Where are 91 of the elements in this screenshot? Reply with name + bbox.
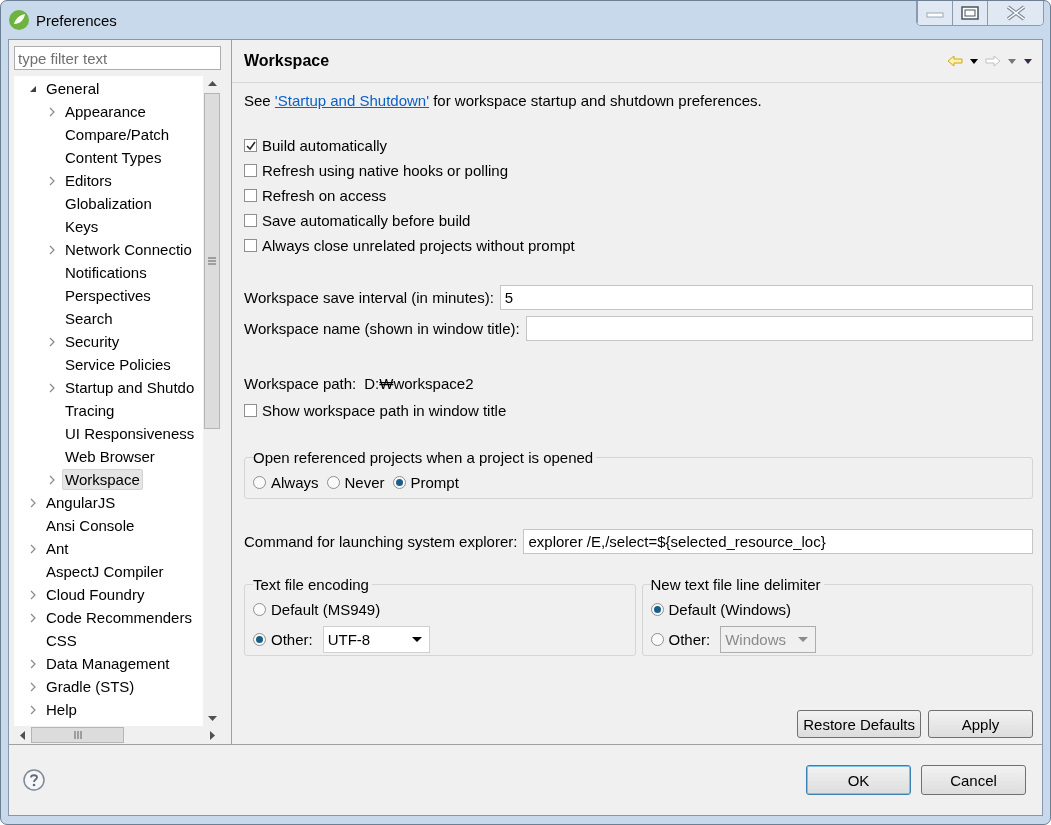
checkbox[interactable]: [244, 404, 257, 417]
apply-button[interactable]: Apply: [928, 710, 1033, 738]
tree-item[interactable]: Perspectives: [62, 285, 154, 306]
tree-item[interactable]: UI Responsiveness: [62, 423, 198, 444]
maximize-button[interactable]: [952, 1, 987, 25]
checkbox[interactable]: [244, 139, 257, 152]
tree-item[interactable]: Gradle (STS): [43, 676, 138, 697]
field-label: Command for launching system explorer:: [244, 533, 518, 550]
radio-button[interactable]: [253, 602, 266, 616]
radio-label: Always: [271, 473, 319, 491]
checkbox[interactable]: [244, 189, 257, 202]
radio-button[interactable]: [326, 475, 340, 489]
window-title: Preferences: [36, 11, 118, 29]
tree-item[interactable]: Appearance: [62, 101, 149, 122]
view-menu-icon[interactable]: [1023, 57, 1033, 65]
tree-item[interactable]: Cloud Foundry: [43, 584, 148, 605]
tree-item[interactable]: Tracing: [62, 400, 118, 421]
field-label: Workspace name (shown in window title):: [244, 320, 520, 337]
startup-link[interactable]: 'Startup and Shutdown': [274, 92, 430, 109]
scroll-thumb[interactable]: [204, 93, 220, 429]
tree-item[interactable]: Ansi Console: [43, 515, 138, 536]
radio-button[interactable]: [253, 632, 266, 646]
tree-item[interactable]: Globalization: [62, 193, 155, 214]
checkmark-icon: [245, 140, 256, 151]
tree-item[interactable]: AspectJ Compiler: [43, 561, 167, 582]
tree-item[interactable]: Keys: [62, 216, 102, 237]
radio-label: Prompt: [410, 473, 459, 491]
close-icon: [1005, 5, 1026, 21]
leaf-logo-icon: [8, 9, 30, 31]
group-title: Text file encoding: [253, 576, 372, 593]
checkbox-label: Show workspace path in window title: [262, 402, 507, 419]
tree-item[interactable]: Network Connectio: [62, 239, 195, 260]
checkbox-label: Refresh on access: [262, 187, 387, 204]
radio-button[interactable]: [392, 475, 406, 489]
checkbox-label: Always close unrelated projects without prompt: [262, 237, 575, 254]
tree-item[interactable]: Security: [62, 331, 123, 352]
radio-button[interactable]: [253, 475, 266, 489]
tree-item[interactable]: Service Policies: [62, 354, 174, 375]
text-field[interactable]: [525, 316, 1033, 341]
radio-label: Other:: [271, 630, 313, 648]
tree-item[interactable]: Content Types: [62, 147, 165, 168]
checkbox[interactable]: [244, 214, 257, 227]
dropdown-arrow-icon[interactable]: [969, 57, 979, 65]
tree-item[interactable]: Workspace: [62, 469, 143, 490]
tree-item[interactable]: Code Recommenders: [43, 607, 195, 628]
checkbox-label: Save automatically before build: [262, 212, 471, 229]
field-label: Workspace save interval (in minutes):: [244, 289, 494, 306]
tree-item[interactable]: Help: [43, 699, 80, 720]
caret-icon: [797, 635, 810, 643]
group-title: Open referenced projects when a project is opened: [253, 449, 597, 466]
caret-icon: [410, 635, 423, 643]
dropdown[interactable]: UTF-8: [322, 625, 430, 653]
path-value: D:₩workspace2: [364, 375, 474, 392]
ok-button[interactable]: OK: [806, 765, 911, 795]
grip-icon: [73, 730, 82, 740]
group-title: New text file line delimiter: [650, 576, 824, 593]
tree-item[interactable]: Search: [62, 308, 116, 329]
checkbox-label: Build automatically: [262, 137, 388, 154]
minimize-button[interactable]: [917, 1, 952, 25]
grip-icon: [207, 257, 217, 265]
tree-item[interactable]: Editors: [62, 170, 115, 191]
text-field[interactable]: explorer /E,/select=${selected_resource_loc}: [523, 529, 1033, 554]
radio-label: Default (MS949): [271, 600, 381, 618]
tree-item[interactable]: Data Management: [43, 653, 173, 674]
restore-defaults-button[interactable]: Restore Defaults: [797, 710, 921, 738]
scroll-thumb[interactable]: [31, 727, 124, 743]
path-label: Workspace path:: [244, 375, 357, 392]
tree-item[interactable]: Ant: [43, 538, 72, 559]
radio-button[interactable]: [650, 602, 664, 616]
radio-label: Other:: [668, 630, 711, 648]
tree-item[interactable]: Notifications: [62, 262, 150, 283]
checkbox[interactable]: [244, 164, 257, 177]
tree-item[interactable]: AngularJS: [43, 492, 119, 513]
tree-item[interactable]: Web Browser: [62, 446, 158, 467]
tree-item[interactable]: Compare/Patch: [62, 124, 173, 145]
maximize-icon: [961, 6, 979, 20]
text-field[interactable]: 5: [499, 285, 1033, 310]
filter-field[interactable]: type filter text: [14, 46, 221, 70]
page-title: Workspace: [244, 52, 331, 70]
radio-label: Never: [344, 473, 385, 491]
description-text: See 'Startup and Shutdown' for workspace startup and shutdown preferences.: [244, 92, 763, 109]
cancel-button[interactable]: Cancel: [921, 765, 1026, 795]
tree-item[interactable]: Startup and Shutdo: [62, 377, 198, 398]
checkbox-label: Refresh using native hooks or polling: [262, 162, 508, 179]
tree-item[interactable]: General: [43, 78, 103, 99]
radio-button[interactable]: [650, 632, 664, 646]
radio-label: Default (Windows): [668, 600, 792, 618]
close-button[interactable]: [987, 1, 1043, 25]
checkbox[interactable]: [244, 239, 257, 252]
tree-item[interactable]: CSS: [43, 630, 80, 651]
help-icon[interactable]: [23, 769, 45, 791]
